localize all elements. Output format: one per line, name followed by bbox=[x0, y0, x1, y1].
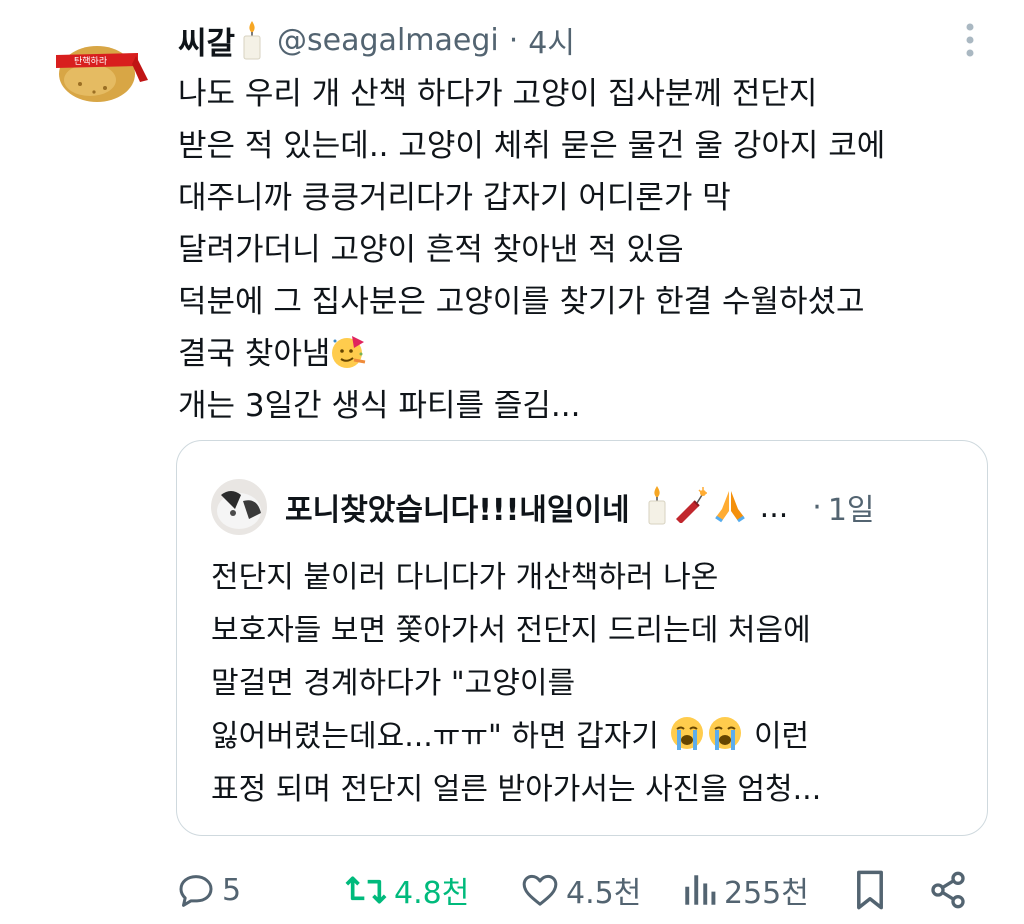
quoted-tweet[interactable]: 포니찾았습니다!!!내일이네 ... · 1일 전단지 붙이러 다니다가 개산책… bbox=[176, 440, 988, 836]
partying-face-icon bbox=[330, 332, 368, 370]
candle-icon bbox=[241, 20, 263, 60]
views-chart-icon bbox=[685, 875, 716, 905]
header-separator: · bbox=[508, 22, 519, 58]
candle-icon bbox=[646, 485, 668, 529]
quote-time[interactable]: 1일 bbox=[828, 485, 875, 529]
loudly-crying-face-icon bbox=[706, 714, 744, 752]
bookmark-icon bbox=[857, 870, 883, 910]
like-count: 4.5천 bbox=[566, 876, 642, 911]
author-avatar[interactable]: 탄핵하라 bbox=[50, 22, 150, 122]
quote-name-ellipsis: ... bbox=[759, 489, 789, 525]
potato-headband-avatar-icon: 탄핵하라 bbox=[50, 22, 150, 122]
tweet-header: 씨갈 @seagalmaegi · 4시 bbox=[178, 16, 575, 64]
more-options-icon[interactable] bbox=[962, 22, 978, 58]
author-handle[interactable]: @seagalmaegi bbox=[277, 23, 499, 58]
reply-icon bbox=[179, 875, 213, 907]
views-button[interactable]: 255천 bbox=[682, 862, 809, 918]
heart-icon bbox=[522, 874, 558, 906]
share-button[interactable] bbox=[928, 862, 974, 918]
reply-count: 5 bbox=[222, 872, 242, 908]
tweet-text-body: 나도 우리 개 산책 하다가 고양이 집사분께 전단지 받은 적 있는데.. 고… bbox=[178, 76, 886, 372]
firecracker-icon bbox=[672, 487, 708, 527]
tweet-time[interactable]: 4시 bbox=[528, 18, 575, 62]
share-icon bbox=[931, 871, 965, 909]
reply-button[interactable]: 5 bbox=[176, 862, 241, 918]
retweet-button[interactable]: 4.8천 bbox=[344, 862, 469, 918]
quote-author-avatar[interactable] bbox=[211, 479, 267, 535]
tweet-actions: 5 4.8천 4.5천 255천 bbox=[176, 862, 976, 918]
view-count: 255천 bbox=[724, 876, 809, 911]
tweet-text: 나도 우리 개 산책 하다가 고양이 집사분께 전단지 받은 적 있는데.. 고… bbox=[178, 68, 1008, 432]
cat-avatar-icon bbox=[211, 479, 267, 535]
quote-text: 전단지 붙이러 다니다가 개산책하러 나온 보호자들 보면 쫓아가서 전단지 드… bbox=[211, 551, 971, 816]
bookmark-button[interactable] bbox=[854, 862, 892, 918]
quote-separator: · bbox=[812, 489, 822, 525]
retweet-icon bbox=[345, 876, 387, 904]
author-name[interactable]: 씨갈 bbox=[178, 18, 235, 63]
quote-author-name[interactable]: 포니찾았습니다!!!내일이네 bbox=[285, 485, 630, 529]
loudly-crying-face-icon bbox=[668, 714, 706, 752]
like-button[interactable]: 4.5천 bbox=[520, 862, 641, 918]
avatar-headband-text: 탄핵하라 bbox=[74, 55, 108, 67]
retweet-count: 4.8천 bbox=[394, 876, 470, 911]
quote-name-emojis bbox=[646, 485, 748, 529]
folded-hands-icon bbox=[712, 487, 748, 527]
quote-header: 포니찾았습니다!!!내일이네 ... · 1일 bbox=[211, 479, 875, 535]
tweet-text-tail: 개는 3일간 생식 파티를 즐김... bbox=[178, 388, 581, 424]
